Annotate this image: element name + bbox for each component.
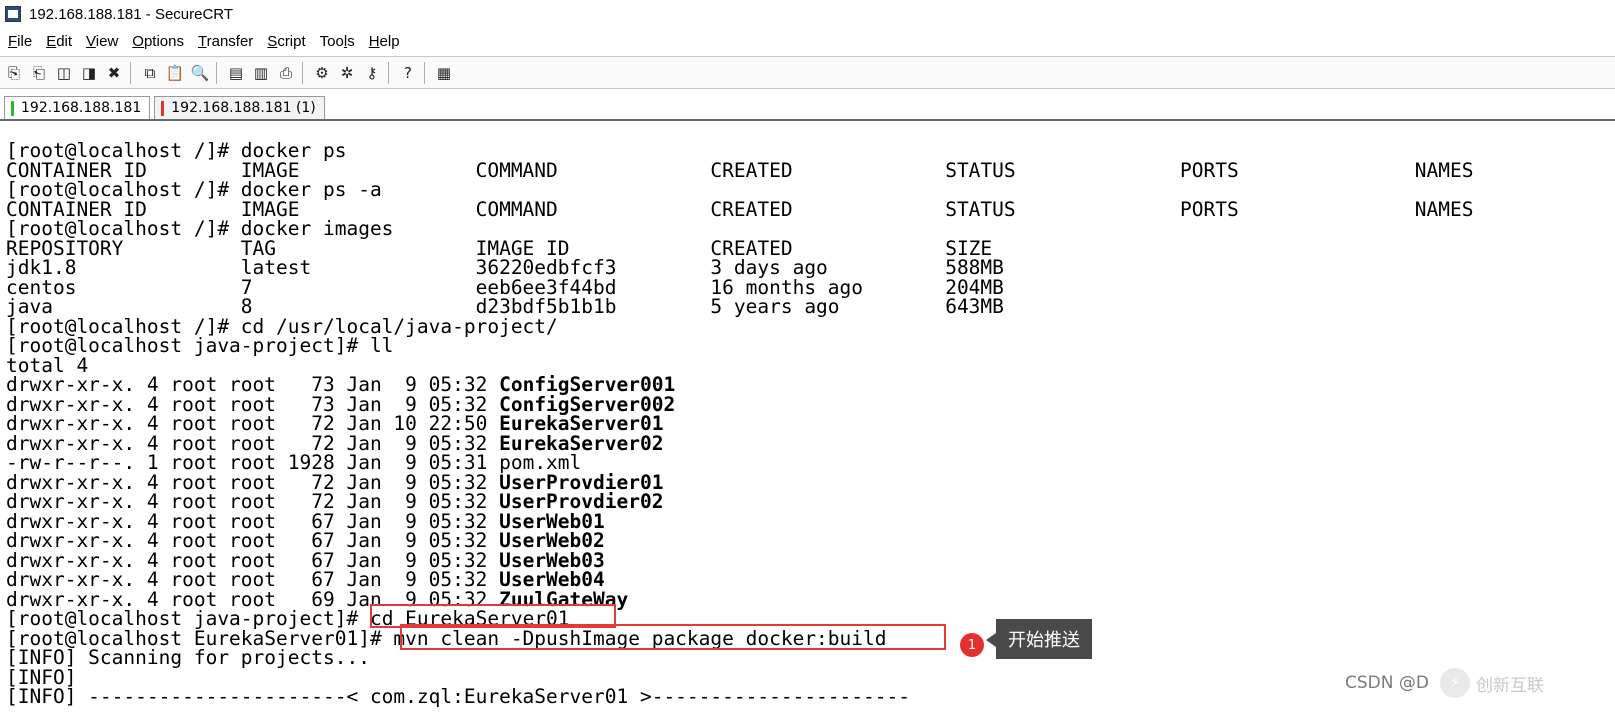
toolbar-separator bbox=[424, 61, 425, 84]
menu-item-script[interactable]: Script bbox=[267, 33, 305, 50]
print-screen-icon[interactable]: ⎙ bbox=[275, 62, 297, 84]
toolbar-separator bbox=[388, 61, 389, 84]
terminal-line: [INFO] ----------------------< com.zql:E… bbox=[6, 685, 910, 708]
menu-item-options[interactable]: Options bbox=[132, 33, 184, 50]
connect-tab-icon[interactable]: ◫ bbox=[53, 62, 75, 84]
csdn-watermark: CSDN @D bbox=[1345, 673, 1429, 693]
menu-item-view[interactable]: View bbox=[86, 33, 118, 50]
toolbar-separator bbox=[130, 61, 131, 84]
toolbar-separator bbox=[302, 61, 303, 84]
copy-icon[interactable]: ⧉ bbox=[139, 62, 161, 84]
sftp-icon[interactable]: ▦ bbox=[433, 62, 455, 84]
disconnect-icon[interactable]: ✖ bbox=[103, 62, 125, 84]
securecrt-app-icon bbox=[5, 6, 21, 22]
connection-status-indicator bbox=[11, 100, 14, 116]
print-icon[interactable]: ▥ bbox=[250, 62, 272, 84]
session-options-icon[interactable]: ⚙ bbox=[311, 62, 333, 84]
logo-text: 创新互联 bbox=[1476, 675, 1544, 696]
connect-icon[interactable]: ⎘ bbox=[3, 62, 25, 84]
session-tab-bar: 192.168.188.181 192.168.188.181 (1) bbox=[0, 95, 1615, 121]
annotation-badge: 1 bbox=[960, 633, 984, 657]
global-options-icon[interactable]: ✲ bbox=[336, 62, 358, 84]
title-bar: 192.168.188.181 - SecureCRT bbox=[0, 0, 1615, 28]
session-tab-1[interactable]: 192.168.188.181 bbox=[4, 96, 151, 119]
reconnect-icon[interactable]: ◨ bbox=[78, 62, 100, 84]
find-icon[interactable]: 🔍 bbox=[189, 62, 211, 84]
menu-item-edit[interactable]: Edit bbox=[46, 33, 72, 50]
highlight-mvn-command bbox=[400, 624, 946, 650]
menu-item-transfer[interactable]: Transfer bbox=[198, 33, 253, 50]
annotation-tooltip: 开始推送 bbox=[986, 619, 1092, 659]
logo-icon: ⚡ bbox=[1440, 668, 1470, 698]
menu-bar: File Edit View Options Transfer Script Tools He… bbox=[0, 28, 1615, 54]
window-title: 192.168.188.181 - SecureCRT bbox=[29, 5, 234, 23]
tab-label: 192.168.188.181 (1) bbox=[171, 100, 316, 116]
menu-item-tools[interactable]: Tools bbox=[320, 33, 355, 50]
connection-status-indicator bbox=[161, 100, 165, 116]
toolbar-separator bbox=[216, 61, 217, 84]
keymap-icon[interactable]: ⚷ bbox=[361, 62, 383, 84]
menu-item-file[interactable]: File bbox=[8, 33, 32, 50]
watermark-logo: ⚡ 创新互联 bbox=[1440, 663, 1600, 703]
paste-icon[interactable]: 📋 bbox=[164, 62, 186, 84]
toolbar: ⎘ ⎗ ◫ ◨ ✖ ⧉ 📋 🔍 ▤ ▥ ⎙ ⚙ ✲ ⚷? ▦ bbox=[0, 56, 1615, 89]
help-icon[interactable]: ? bbox=[397, 62, 419, 84]
menu-item-help[interactable]: Help bbox=[369, 33, 400, 50]
session-tab-2[interactable]: 192.168.188.181 (1) bbox=[154, 96, 325, 119]
print-setup-icon[interactable]: ▤ bbox=[225, 62, 247, 84]
tab-label: 192.168.188.181 bbox=[21, 100, 142, 116]
quick-connect-icon[interactable]: ⎗ bbox=[28, 62, 50, 84]
